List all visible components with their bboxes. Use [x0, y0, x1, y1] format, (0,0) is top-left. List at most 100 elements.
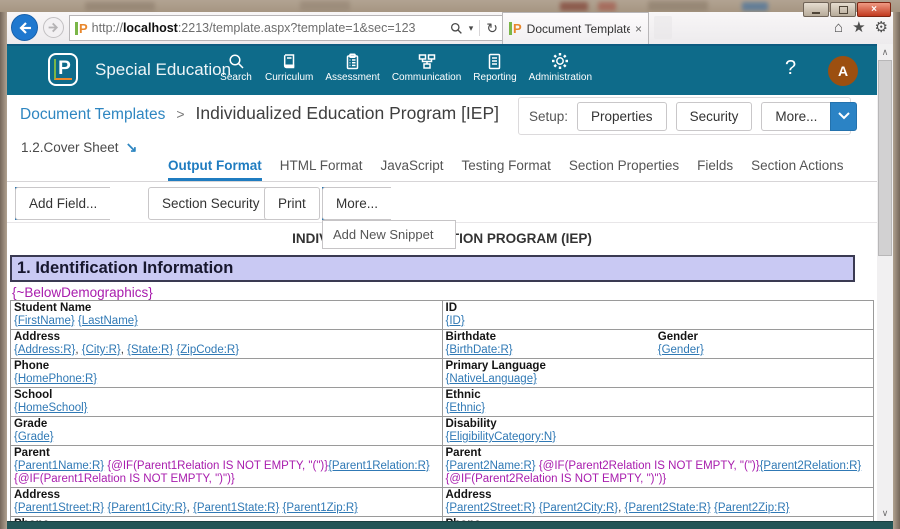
field-token-link[interactable]: {Parent1Street:R}	[14, 502, 104, 514]
nav-item-assessment[interactable]: Assessment	[325, 52, 379, 83]
nav-item-search[interactable]: Search	[219, 52, 253, 83]
scrollbar-thumb[interactable]	[878, 60, 892, 256]
back-button[interactable]	[11, 14, 38, 41]
window-border-right	[893, 12, 900, 529]
minimize-button[interactable]	[803, 2, 829, 17]
section-header: 1. Identification Information	[10, 255, 855, 282]
field-label: Student Name	[14, 302, 439, 315]
nav-item-curriculum[interactable]: Curriculum	[265, 52, 313, 83]
field-token-link[interactable]: {Ethnic}	[446, 402, 486, 414]
field-token-link[interactable]: {HomeSchool}	[14, 402, 88, 414]
new-tab-button[interactable]	[654, 16, 672, 39]
tab-fields[interactable]: Fields	[697, 158, 733, 181]
forward-button[interactable]	[43, 17, 64, 38]
field-token-link[interactable]: {State:R}	[127, 344, 173, 356]
table-row: Parent {Parent1Name:R} {@IF(Parent1Relati…	[11, 446, 874, 488]
field-token-link[interactable]: {Parent1Name:R}	[14, 460, 104, 472]
field-label: Disability	[446, 418, 871, 431]
nav-item-label: Curriculum	[265, 72, 313, 83]
field-label: Parent	[446, 447, 871, 460]
setup-more-button-group: More...	[761, 102, 857, 131]
field-token-link[interactable]: {Parent1City:R}	[107, 502, 186, 514]
table-row: Student Name{FirstName} {LastName}ID{ID}	[11, 301, 874, 330]
template-cell: Student Name{FirstName} {LastName}	[11, 301, 443, 330]
tab-section-actions[interactable]: Section Actions	[751, 158, 843, 181]
vertical-scrollbar[interactable]: ∧ ∨	[877, 44, 893, 521]
field-token-link[interactable]: {HomePhone:R}	[14, 373, 97, 385]
field-token-link[interactable]: {ZipCode:R}	[176, 344, 239, 356]
section-link[interactable]: 1.2.Cover Sheet↘	[21, 139, 137, 156]
tab-testing-format[interactable]: Testing Format	[462, 158, 551, 181]
field-token-link[interactable]: {Parent1State:R}	[193, 502, 279, 514]
scroll-up-icon[interactable]: ∧	[877, 44, 893, 60]
table-row: Phone{HomePhone:R}Primary Language{Nativ…	[11, 359, 874, 388]
field-token-link[interactable]: {Parent2Name:R}	[446, 460, 536, 472]
template-expression: {@IF(Parent2Relation IS NOT EMPTY, "(")}	[539, 460, 760, 472]
nav-item-reporting[interactable]: Reporting	[473, 52, 516, 83]
settings-gear-icon[interactable]: ⚙	[875, 18, 888, 36]
background-window-blur	[742, 2, 768, 11]
tab-javascript[interactable]: JavaScript	[381, 158, 444, 181]
more-button[interactable]: More...	[322, 187, 391, 220]
maximize-button[interactable]	[830, 2, 856, 17]
field-token-link[interactable]: {City:R}	[82, 344, 121, 356]
field-value: {NativeLanguage}	[446, 373, 871, 386]
user-avatar[interactable]: A	[828, 56, 858, 86]
field-token-link[interactable]: {Parent2Relation:R}	[760, 460, 862, 472]
tab-close-icon[interactable]: ×	[635, 22, 642, 36]
address-bar[interactable]: P http://localhost:2213/template.aspx?te…	[69, 15, 504, 41]
properties-button[interactable]: Properties	[577, 102, 667, 131]
add-field-button[interactable]: Add Field...	[15, 187, 110, 220]
nav-item-administration[interactable]: Administration	[529, 52, 592, 83]
nav-item-communication[interactable]: Communication	[392, 52, 461, 83]
field-token-link[interactable]: {Gender}	[658, 344, 704, 356]
tab-output-format[interactable]: Output Format	[168, 158, 262, 181]
search-dropdown-icon[interactable]: ▾	[469, 23, 474, 34]
field-token-link[interactable]: {ID}	[446, 315, 465, 327]
close-button[interactable]: ×	[857, 2, 891, 17]
field-token-link[interactable]: {NativeLanguage}	[446, 373, 537, 385]
curriculum-icon	[281, 52, 298, 70]
page-title: Individualized Education Program [IEP]	[196, 103, 500, 124]
table-row: Address{Address:R}, {City:R}, {State:R} …	[11, 330, 874, 359]
breadcrumb-link[interactable]: Document Templates	[20, 106, 165, 124]
tab-favicon: P	[509, 22, 522, 35]
scroll-down-icon[interactable]: ∨	[877, 505, 893, 521]
favorites-star-icon[interactable]: ★	[852, 18, 865, 36]
field-token-link[interactable]: {FirstName}	[14, 315, 75, 327]
section-security-button[interactable]: Section Security	[148, 187, 274, 220]
goto-section-arrow-icon: ↘	[126, 139, 138, 155]
field-token-link[interactable]: {Address:R}	[14, 344, 75, 356]
setup-more-button[interactable]: More...	[761, 102, 830, 131]
url-text[interactable]: http://localhost:2213/template.aspx?temp…	[92, 21, 446, 35]
field-token-link[interactable]: {Parent1Zip:R}	[283, 502, 358, 514]
field-token-link[interactable]: {Parent2City:R}	[539, 502, 618, 514]
security-button[interactable]: Security	[676, 102, 753, 131]
home-icon[interactable]: ⌂	[834, 19, 843, 36]
template-expression: {@IF(Parent1Relation IS NOT EMPTY, "(")}	[107, 460, 328, 472]
help-button[interactable]: ?	[785, 57, 796, 80]
browser-tab[interactable]: P Document Template Setup ... ×	[502, 12, 649, 44]
field-token-link[interactable]: {Parent2State:R}	[625, 502, 711, 514]
section-toolbar: Add Field... Section Security Print More…	[7, 187, 877, 220]
field-token-link[interactable]: {Parent2Zip:R}	[714, 502, 789, 514]
tab-html-format[interactable]: HTML Format	[280, 158, 363, 181]
field-token-link[interactable]: {BirthDate:R}	[446, 344, 513, 356]
refresh-icon[interactable]: ↻	[486, 20, 498, 37]
browser-window: × P http://localhost:2213/template.aspx?…	[0, 0, 900, 529]
close-icon: ×	[871, 4, 877, 15]
template-expression: {@IF(Parent1Relation IS NOT EMPTY, ")")}	[14, 473, 235, 485]
field-token-link[interactable]: {Parent1Relation:R}	[328, 460, 430, 472]
field-token-link[interactable]: {LastName}	[78, 315, 138, 327]
site-favicon: P	[75, 22, 88, 35]
field-token-link[interactable]: {Parent2Street:R}	[446, 502, 536, 514]
print-button[interactable]: Print	[264, 187, 320, 220]
setup-more-chevron-button[interactable]	[830, 102, 857, 131]
field-token-link[interactable]: {Grade}	[14, 431, 54, 443]
field-token-link[interactable]: {EligibilityCategory:N}	[446, 431, 557, 443]
tab-section-properties[interactable]: Section Properties	[569, 158, 679, 181]
search-icon[interactable]	[450, 22, 463, 35]
table-row: Address{Parent1Street:R} {Parent1City:R}…	[11, 488, 874, 517]
menu-item-add-new-snippet[interactable]: Add New Snippet	[323, 221, 455, 248]
background-window-blur	[598, 2, 616, 11]
